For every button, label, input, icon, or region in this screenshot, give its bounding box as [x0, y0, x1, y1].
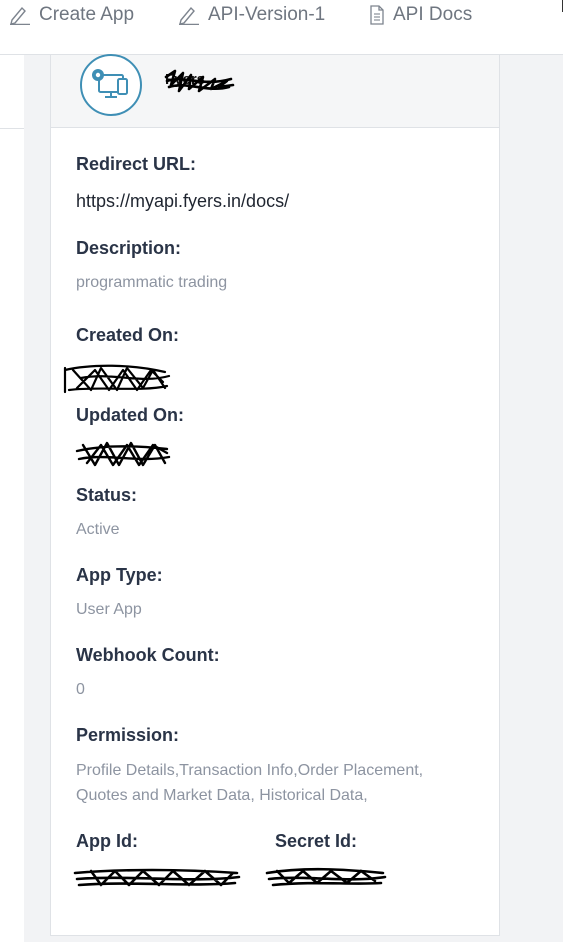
redaction-scribble: [164, 69, 235, 93]
pencil-icon: [9, 5, 31, 25]
secret-id-label: Secret Id:: [275, 831, 358, 851]
app-settings-icon: [79, 53, 143, 117]
api-version-link[interactable]: API-Version-1: [178, 4, 325, 26]
webhook-count-label: Webhook Count:: [76, 645, 220, 665]
pencil-icon: [178, 5, 200, 25]
status-value: Active: [76, 521, 120, 538]
updated-on-label: Updated On:: [76, 405, 184, 425]
app-card-header: Fyers: [51, 53, 499, 128]
api-docs-label: API Docs: [393, 4, 473, 25]
redaction-scribble: [63, 364, 171, 394]
description-value: programmatic trading: [76, 274, 228, 291]
redaction-scribble: [75, 441, 171, 467]
created-on-label: Created On:: [76, 325, 180, 345]
redirect-url-label: Redirect URL:: [76, 154, 197, 174]
app-id-label: App Id:: [76, 831, 138, 851]
app-type-label: App Type:: [76, 565, 163, 585]
permission-label: Permission:: [76, 725, 180, 745]
app-details-card: Fyers Redirect URL: https://myapi.fyers.…: [50, 53, 500, 936]
webhook-count-value: 0: [76, 681, 85, 698]
document-icon: [369, 5, 385, 25]
permission-value: Profile Details,Transaction Info,Order P…: [76, 762, 424, 804]
redaction-scribble: [265, 867, 387, 887]
redaction-scribble: [73, 868, 241, 887]
side-panel: [0, 55, 24, 942]
redirect-url-value: https://myapi.fyers.in/docs/: [76, 191, 290, 211]
side-panel-divider: [0, 128, 24, 129]
app-type-value: User App: [76, 601, 142, 618]
create-app-link[interactable]: Create App: [9, 4, 134, 26]
description-label: Description:: [76, 238, 182, 258]
create-app-label: Create App: [39, 4, 135, 25]
top-nav-bar: Create App API-Version-1 API Docs: [0, 0, 563, 55]
status-label: Status:: [76, 485, 138, 505]
api-version-label: API-Version-1: [208, 4, 326, 25]
api-docs-link[interactable]: API Docs: [369, 4, 472, 26]
